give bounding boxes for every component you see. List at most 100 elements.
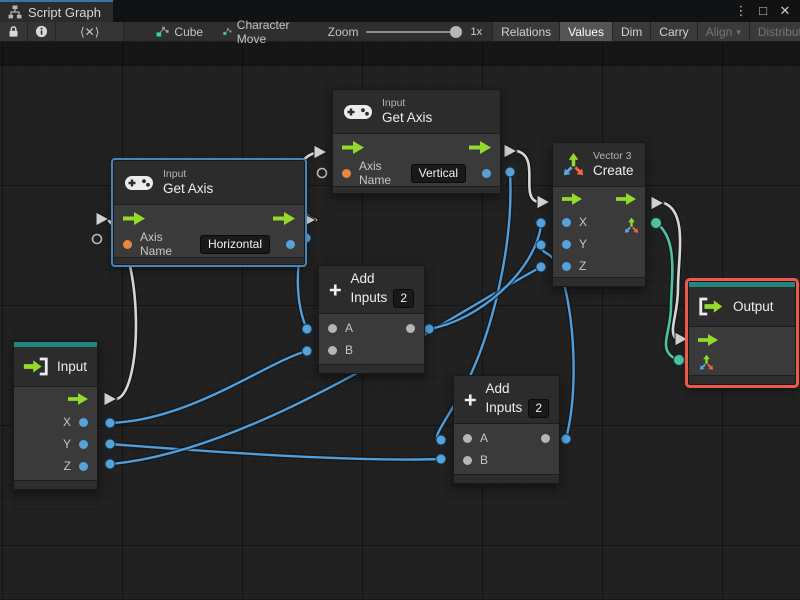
node-get-axis-horizontal[interactable]: Input Get Axis Axis Name Horizontal	[113, 160, 305, 265]
wire-getaxis-vertical-to-vector3-flow[interactable]	[517, 151, 538, 202]
flow-port-triangle[interactable]	[537, 195, 550, 209]
value-out-dot[interactable]	[482, 169, 491, 178]
value-out-dot[interactable]	[79, 462, 88, 471]
flow-in-arrow-icon[interactable]	[698, 334, 718, 346]
node-get-axis-vertical[interactable]: Input Get Axis Axis Name Vertical	[332, 89, 501, 194]
close-icon[interactable]: ✕	[776, 1, 794, 21]
string-port-dot[interactable]	[342, 169, 351, 178]
node-header: Vector 3 Create	[553, 143, 645, 187]
value-out-dot[interactable]	[79, 440, 88, 449]
lock-button[interactable]	[0, 22, 28, 41]
vector3-output-icon[interactable]	[623, 217, 640, 237]
value-in-dot[interactable]	[562, 218, 571, 227]
flow-out-arrow-icon[interactable]	[616, 193, 636, 205]
maximize-icon[interactable]: □	[754, 1, 772, 21]
port-label: X	[63, 415, 71, 429]
zoom-slider-track[interactable]	[366, 31, 462, 33]
value-port-dot[interactable]	[436, 435, 446, 445]
unconnected-port-circle[interactable]	[318, 169, 327, 178]
node-add-2[interactable]: Add Inputs 2 A B	[453, 375, 560, 484]
node-title: Output	[733, 299, 774, 314]
tab-script-graph[interactable]: Script Graph	[0, 0, 113, 22]
flow-out-arrow-icon[interactable]	[68, 393, 88, 405]
relations-button[interactable]: Relations	[492, 22, 559, 41]
lock-icon	[7, 25, 20, 38]
distribute-dropdown[interactable]: Distribute ▾	[749, 22, 800, 41]
tab-bar: Script Graph ⋮ □ ✕	[0, 0, 800, 22]
inputs-count-field[interactable]: 2	[393, 289, 414, 308]
value-port-dot[interactable]	[302, 324, 312, 334]
string-port-dot[interactable]	[123, 240, 132, 249]
value-out-dot[interactable]	[541, 434, 550, 443]
flow-port-triangle[interactable]	[96, 212, 109, 226]
value-port-dot[interactable]	[424, 324, 434, 334]
value-in-dot[interactable]	[463, 456, 472, 465]
node-header: Input Get Axis	[333, 90, 500, 134]
value-port-dot[interactable]	[436, 454, 446, 464]
value-port-dot[interactable]	[105, 459, 115, 469]
value-out-dot[interactable]	[79, 418, 88, 427]
vector3-input-icon[interactable]	[698, 354, 715, 374]
flow-port-triangle[interactable]	[104, 392, 117, 406]
node-title: Add	[351, 271, 414, 287]
port-label: Y	[579, 237, 587, 251]
value-port-dot[interactable]	[105, 439, 115, 449]
graph-canvas[interactable]: Input Get Axis Axis Name Vertical	[0, 43, 800, 599]
code-view-button[interactable]: ⟨✕⟩	[56, 22, 124, 41]
node-vector3-create[interactable]: Vector 3 Create X Y Z	[552, 142, 646, 287]
graph-icon	[8, 5, 22, 19]
value-out-dot[interactable]	[286, 240, 295, 249]
zoom-slider-handle[interactable]	[450, 26, 462, 38]
value-in-dot[interactable]	[328, 324, 337, 333]
port-label: Axis Name	[140, 230, 192, 258]
unconnected-port-circle[interactable]	[93, 235, 102, 244]
flow-out-arrow-icon[interactable]	[469, 141, 491, 154]
flow-out-arrow-icon[interactable]	[273, 212, 295, 225]
node-input[interactable]: Input X Y Z	[13, 341, 98, 490]
flow-in-arrow-icon[interactable]	[342, 141, 364, 154]
value-port-dot[interactable]	[561, 434, 571, 444]
value-in-dot[interactable]	[328, 346, 337, 355]
menu-icon[interactable]: ⋮	[732, 1, 750, 21]
dim-button[interactable]: Dim	[612, 22, 650, 41]
value-in-dot[interactable]	[562, 240, 571, 249]
align-dropdown[interactable]: Align ▾	[697, 22, 749, 41]
breadcrumb-cube[interactable]: Cube	[146, 22, 213, 41]
value-port-dot[interactable]	[105, 418, 115, 428]
node-category: Input	[382, 97, 432, 110]
flow-in-arrow-icon[interactable]	[562, 193, 582, 205]
value-port-dot[interactable]	[536, 240, 546, 250]
value-out-dot[interactable]	[406, 324, 415, 333]
node-footer	[333, 186, 500, 193]
axis-name-field[interactable]: Horizontal	[200, 235, 270, 254]
port-label: Z	[64, 459, 71, 473]
value-port-dot[interactable]	[536, 262, 546, 272]
code-icon: ⟨✕⟩	[80, 25, 99, 39]
value-in-dot[interactable]	[562, 262, 571, 271]
value-port-dot[interactable]	[302, 346, 312, 356]
inputs-count-field[interactable]: 2	[528, 399, 549, 418]
flow-in-arrow-icon[interactable]	[123, 212, 145, 225]
value-in-dot[interactable]	[463, 434, 472, 443]
node-output[interactable]: Output	[688, 281, 796, 385]
zoom-label: Zoom	[328, 25, 359, 39]
port-label: X	[579, 215, 587, 229]
flow-port-triangle[interactable]	[504, 144, 517, 158]
vector3-port-dot[interactable]	[674, 355, 685, 366]
info-button[interactable]	[28, 22, 56, 41]
values-button[interactable]: Values	[559, 22, 612, 41]
vector3-icon	[561, 152, 586, 177]
node-footer	[319, 364, 424, 373]
carry-button[interactable]: Carry	[650, 22, 696, 41]
flow-port-triangle[interactable]	[314, 145, 327, 159]
input-icon	[22, 357, 50, 376]
node-add-1[interactable]: Add Inputs 2 A B	[318, 265, 425, 374]
value-port-dot[interactable]	[536, 218, 546, 228]
flow-port-triangle[interactable]	[675, 332, 688, 346]
vector3-port-dot[interactable]	[651, 218, 662, 229]
value-port-dot[interactable]	[505, 167, 515, 177]
axis-name-field[interactable]: Vertical	[411, 164, 466, 183]
node-title: Add	[486, 381, 549, 397]
flow-port-triangle[interactable]	[651, 196, 664, 210]
breadcrumb-character-move[interactable]: Character Move	[213, 22, 304, 41]
